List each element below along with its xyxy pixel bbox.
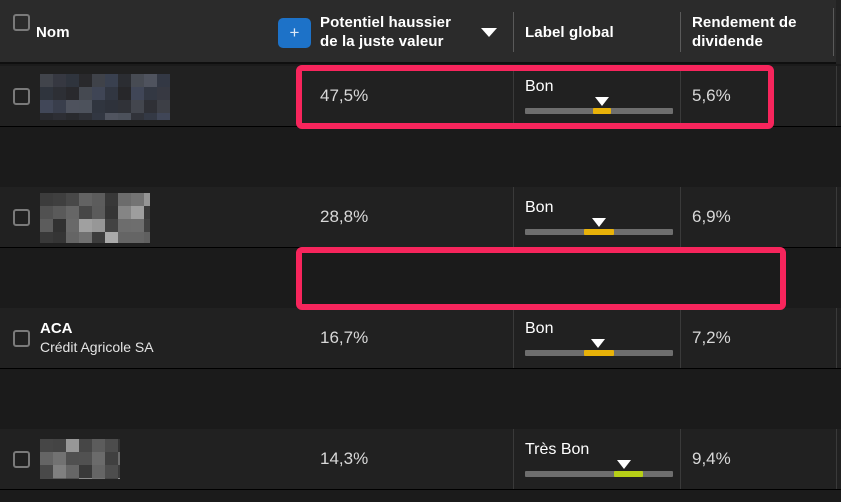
rating-marker-icon [590,339,605,349]
row-divider-3 [836,66,837,126]
upside-cell: 16,7% [320,308,510,368]
upside-cell: 14,3% [320,429,510,489]
row-select-checkbox[interactable] [13,209,30,226]
label-global-cell: Bon [525,308,675,368]
label-global-value: Bon [525,78,554,96]
label-global-value: Bon [525,199,554,217]
row-divider-3 [836,187,837,247]
column-header-potentiel-line1: Potentiel haussier [320,14,452,31]
dividend-yield-value: 5,6% [692,85,731,105]
column-header-potentiel-haussier[interactable]: Potentiel haussier de la juste valeur [320,0,451,64]
checkbox-box [13,330,30,347]
rating-meter [525,218,673,236]
row-company-name: Crédit Agricole SA [40,338,154,355]
upside-cell: 28,8% [320,187,510,247]
dividend-yield-value: 7,2% [692,327,731,347]
column-header-rendement-line1: Rendement de [692,14,797,31]
row-select-checkbox[interactable] [13,88,30,105]
label-global-cell: Très Bon [525,429,675,489]
select-all-checkbox[interactable] [13,14,30,31]
table-body: 47,5% Bon 5,6% 28,8% Bon 6,9% ACA Crédit Agrico… [0,66,841,502]
column-header-nom[interactable]: Nom [36,0,70,64]
rating-meter [525,460,673,478]
upside-value: 28,8% [320,206,369,226]
dividend-yield-cell: 5,6% [692,66,832,126]
column-header-rendement-line2: dividende [692,33,763,50]
rating-marker-icon [594,97,609,107]
row-divider-2 [680,429,681,489]
rating-meter-fill [613,471,644,478]
column-header-label-global-label: Label global [525,23,614,41]
row-select-checkbox[interactable] [13,451,30,468]
dividend-yield-value: 6,9% [692,206,731,226]
stock-screener-table: Nom + Potentiel haussier de la juste val… [0,0,841,502]
label-global-value: Très Bon [525,441,590,459]
table-row[interactable]: 47,5% Bon 5,6% [0,66,841,127]
column-header-potentiel-line2: de la juste valeur [320,33,444,50]
rating-meter-fill [593,108,611,115]
column-header-nom-label: Nom [36,23,70,41]
table-row[interactable]: 14,3% Très Bon 9,4% [0,429,841,490]
rating-meter [525,97,673,115]
rating-marker-icon [617,460,632,470]
upside-value: 47,5% [320,85,369,105]
row-select-checkbox[interactable] [13,330,30,347]
dividend-yield-cell: 7,2% [692,308,832,368]
row-divider-1 [513,308,514,368]
rating-meter [525,339,673,357]
row-divider-2 [680,66,681,126]
dividend-yield-value: 9,4% [692,448,731,468]
table-row[interactable]: ACA Crédit Agricole SA 16,7% Bon 7,2% [0,308,841,369]
header-divider-1 [513,12,514,52]
row-ticker: ACA [40,319,73,337]
row-divider-3 [836,429,837,489]
caret-down-icon[interactable] [481,28,497,37]
checkbox-box [13,451,30,468]
name-cell[interactable]: ACA Crédit Agricole SA [40,308,300,368]
upside-value: 16,7% [320,327,369,347]
table-header-row: Nom + Potentiel haussier de la juste val… [0,0,836,64]
label-global-cell: Bon [525,66,675,126]
column-header-label-global[interactable]: Label global [525,0,614,64]
checkbox-box [13,209,30,226]
upside-cell: 47,5% [320,66,510,126]
checkbox-box [13,88,30,105]
add-column-button[interactable]: + [278,18,311,48]
row-divider-1 [513,187,514,247]
checkbox-box [13,14,30,31]
row-divider-2 [680,308,681,368]
header-right-edge [836,0,841,64]
dividend-yield-cell: 9,4% [692,429,832,489]
row-divider-1 [513,66,514,126]
header-divider-3 [833,8,834,56]
row-divider-2 [680,187,681,247]
label-global-value: Bon [525,320,554,338]
header-divider-2 [680,12,681,52]
upside-value: 14,3% [320,448,369,468]
dividend-yield-cell: 6,9% [692,187,832,247]
rating-meter-fill [584,229,614,236]
table-row[interactable]: 28,8% Bon 6,9% [0,187,841,248]
row-divider-3 [836,308,837,368]
row-divider-1 [513,429,514,489]
column-header-rendement-dividende[interactable]: Rendement de dividende [692,0,797,64]
rating-meter-fill [584,350,614,357]
rating-marker-icon [592,218,606,228]
label-global-cell: Bon [525,187,675,247]
